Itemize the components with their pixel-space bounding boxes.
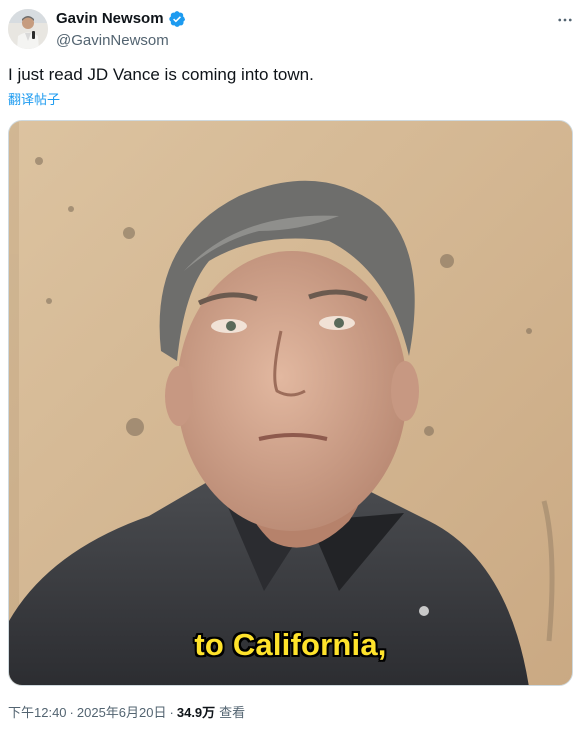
separator: · [69, 705, 74, 720]
video-player[interactable]: to California, [8, 120, 573, 686]
video-frame [9, 121, 572, 685]
tweet-metadata: 下午12:40 · 2025年6月20日 · 34.9万 查看 [8, 704, 245, 722]
avatar-photo [8, 9, 48, 49]
views-count[interactable]: 34.9万 [177, 704, 215, 722]
author-handle[interactable]: @GavinNewsom [56, 32, 169, 50]
author-name[interactable]: Gavin Newsom [56, 10, 164, 28]
avatar[interactable] [8, 9, 48, 49]
more-options-icon[interactable] [555, 10, 575, 30]
separator: · [169, 705, 174, 720]
tweet: Gavin Newsom @GavinNewsom I just read JD… [0, 0, 587, 740]
verified-badge-icon [168, 10, 186, 28]
translate-post-link[interactable]: 翻译帖子 [8, 92, 60, 108]
author-name-row: Gavin Newsom [56, 10, 186, 28]
tweet-text: I just read JD Vance is coming into town… [8, 65, 314, 84]
tweet-date[interactable]: 2025年6月20日 [77, 704, 167, 722]
video-caption: to California, [194, 627, 387, 662]
views-label[interactable]: 查看 [219, 704, 245, 722]
tweet-time[interactable]: 下午12:40 [8, 704, 67, 722]
